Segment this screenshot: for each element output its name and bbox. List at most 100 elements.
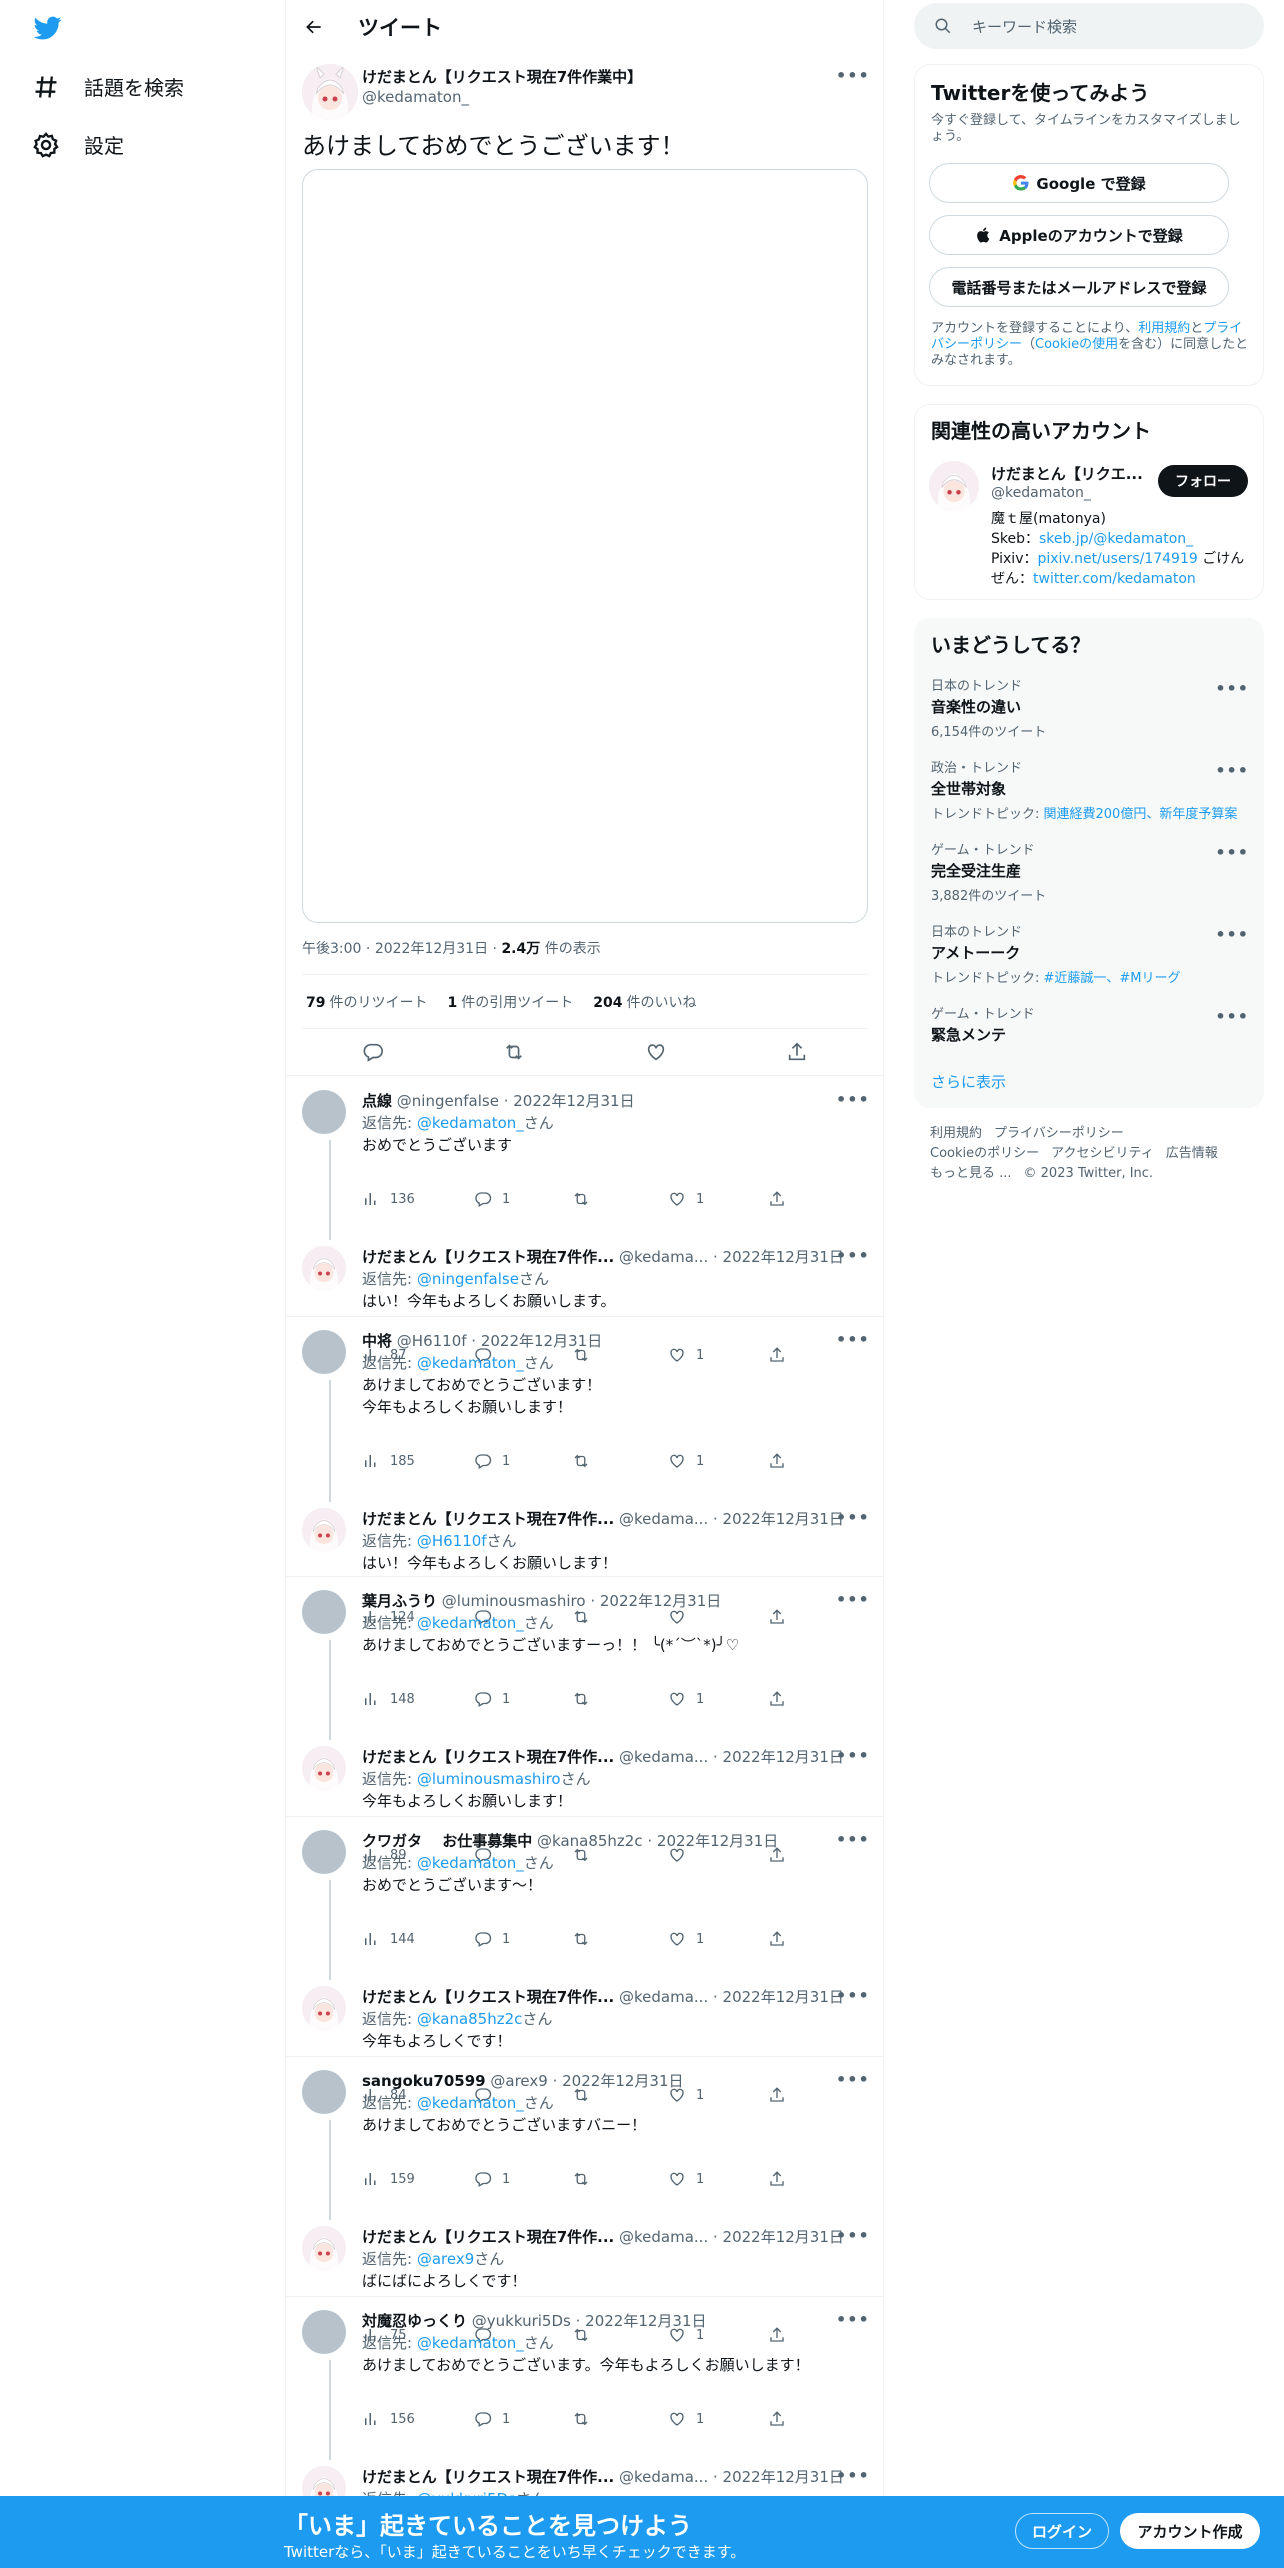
pixiv-link[interactable]: pixiv.net/users/174919	[1037, 551, 1197, 567]
like-icon[interactable]	[645, 1041, 667, 1063]
reply-button[interactable]: 1	[474, 2170, 510, 2188]
avatar[interactable]	[302, 1508, 346, 1552]
follow-button[interactable]: フォロー	[1158, 465, 1248, 497]
avatar[interactable]	[302, 1246, 346, 1290]
like-button[interactable]: 1	[668, 2410, 704, 2428]
more-options-icon[interactable]: •••	[836, 1986, 869, 2006]
reply-author-name[interactable]: けだまとん【リクエスト現在7件作...	[362, 2228, 614, 2246]
mention-link[interactable]: @luminousmashiro	[417, 1770, 561, 1788]
reply-author-name[interactable]: 葉月ふうり	[362, 1592, 437, 1610]
views-button[interactable]: 148	[362, 1690, 415, 1708]
more-options-icon[interactable]: •••	[836, 66, 869, 86]
reply-author-name[interactable]: けだまとん【リクエスト現在7件作...	[362, 1510, 614, 1528]
signup-button[interactable]: アカウント作成	[1120, 2513, 1260, 2549]
twitter-logo-icon[interactable]	[32, 14, 64, 42]
reply-button[interactable]: 1	[474, 1690, 510, 1708]
main-tweet-name[interactable]: けだまとん【リクエスト現在7件作業中】	[362, 66, 642, 87]
share-icon[interactable]	[786, 1041, 808, 1063]
more-options-icon[interactable]: •••	[836, 2226, 869, 2246]
mention-link[interactable]: @kedamaton_	[417, 2334, 524, 2352]
reply-date[interactable]: 2022年12月31日	[723, 1748, 844, 1766]
trend-item[interactable]: 日本のトレンド 音楽性の違い 6,154件のツイート •••	[931, 675, 1249, 740]
trend-item[interactable]: 政治・トレンド 全世帯対象 トレンドトピック: 関連経費200億円、新年度予算案 ••…	[931, 757, 1249, 822]
tweet-media[interactable]	[302, 169, 868, 923]
like-button[interactable]: 1	[668, 1690, 704, 1708]
tweet-date[interactable]: 2022年12月31日	[375, 941, 488, 957]
trend-item[interactable]: 日本のトレンド アメトーーク トレンドトピック: #近藤誠一、#Mリーグ •••	[931, 921, 1249, 986]
avatar[interactable]	[302, 2226, 346, 2270]
footer-more[interactable]: もっと見る ...	[930, 1166, 1012, 1181]
avatar[interactable]	[302, 1590, 346, 1634]
reply-date[interactable]: 2022年12月31日	[600, 1592, 721, 1610]
more-options-icon[interactable]: •••	[1215, 679, 1249, 698]
more-options-icon[interactable]: •••	[836, 2070, 869, 2090]
views-button[interactable]: 159	[362, 2170, 415, 2188]
reply-author-handle[interactable]: @kedama...	[619, 1988, 708, 2006]
share-button[interactable]	[768, 1690, 796, 1708]
reply-date[interactable]: 2022年12月31日	[723, 1988, 844, 2006]
reply-author-handle[interactable]: @yukkuri5Ds	[472, 2312, 571, 2330]
more-options-icon[interactable]: •••	[1215, 761, 1249, 780]
show-more-link[interactable]: さらに表示	[931, 1071, 1006, 1092]
like-button[interactable]: 1	[668, 1190, 704, 1208]
mention-link[interactable]: @kedamaton_	[417, 1614, 524, 1632]
reply-date[interactable]: 2022年12月31日	[723, 2228, 844, 2246]
retweet-icon[interactable]	[503, 1041, 525, 1063]
more-options-icon[interactable]: •••	[1215, 925, 1249, 944]
trend-topic-links[interactable]: #近藤誠一、#Mリーグ	[1044, 971, 1181, 986]
cookie-link[interactable]: Cookieの使用	[1035, 337, 1118, 352]
retweet-button[interactable]	[572, 2170, 600, 2188]
mention-link[interactable]: @kana85hz2c	[417, 2010, 523, 2028]
more-options-icon[interactable]: •••	[836, 2310, 869, 2330]
login-button[interactable]: ログイン	[1015, 2513, 1109, 2549]
trend-item[interactable]: ゲーム・トレンド 完全受注生産 3,882件のツイート •••	[931, 839, 1249, 904]
like-button[interactable]: 1	[668, 1346, 704, 1364]
reply-author-name[interactable]: けだまとん【リクエスト現在7件作...	[362, 2468, 614, 2486]
like-button[interactable]: 1	[668, 2170, 704, 2188]
reply-date[interactable]: 2022年12月31日	[723, 1510, 844, 1528]
avatar[interactable]	[302, 2310, 346, 2354]
reply-date[interactable]: 2022年12月31日	[657, 1832, 778, 1850]
share-button[interactable]	[768, 2410, 796, 2428]
more-options-icon[interactable]: •••	[836, 1090, 869, 1110]
retweet-button[interactable]	[572, 1930, 600, 1948]
more-options-icon[interactable]: •••	[836, 1590, 869, 1610]
search-input[interactable]: キーワード検索	[972, 16, 1077, 37]
reply-author-name[interactable]: けだまとん【リクエスト現在7件作...	[362, 1248, 614, 1266]
views-button[interactable]: 185	[362, 1452, 415, 1470]
reply-author-name[interactable]: けだまとん【リクエスト現在7件作...	[362, 1988, 614, 2006]
like-button[interactable]: 1	[668, 1452, 704, 1470]
retweet-button[interactable]	[572, 1190, 600, 1208]
reply-author-handle[interactable]: @arex9	[490, 2072, 547, 2090]
tweet-time[interactable]: 午後3:00	[302, 941, 361, 957]
terms-link[interactable]: 利用規約	[1138, 321, 1190, 336]
reply-button[interactable]: 1	[474, 2410, 510, 2428]
mention-link[interactable]: @kedamaton_	[417, 1354, 524, 1372]
views-button[interactable]: 144	[362, 1930, 415, 1948]
nav-explore[interactable]: 話題を検索	[32, 72, 184, 101]
reply-author-handle[interactable]: @kedama...	[619, 2468, 708, 2486]
related-handle[interactable]: @kedamaton_	[991, 485, 1091, 501]
reply-button[interactable]: 1	[474, 1452, 510, 1470]
twitter-link[interactable]: twitter.com/kedamaton	[1033, 571, 1196, 587]
share-button[interactable]	[768, 1190, 796, 1208]
reply-date[interactable]: 2022年12月31日	[723, 1248, 844, 1266]
like-button[interactable]: 1	[668, 1930, 704, 1948]
mention-link[interactable]: @ningenfalse	[417, 1270, 519, 1288]
footer-accessibility[interactable]: アクセシビリティ	[1051, 1146, 1154, 1161]
reply-author-name[interactable]: けだまとん【リクエスト現在7件作...	[362, 1748, 614, 1766]
mention-link[interactable]: @kedamaton_	[417, 1114, 524, 1132]
views-button[interactable]: 136	[362, 1190, 415, 1208]
avatar[interactable]	[302, 1830, 346, 1874]
avatar[interactable]	[302, 1330, 346, 1374]
more-options-icon[interactable]: •••	[1215, 843, 1249, 862]
mention-link[interactable]: @kedamaton_	[417, 2094, 524, 2112]
reply-author-handle[interactable]: @ningenfalse	[397, 1092, 499, 1110]
more-options-icon[interactable]: •••	[836, 1330, 869, 1350]
reply-author-name[interactable]: 対魔忍ゆっくり	[362, 2312, 467, 2330]
avatar[interactable]	[302, 1090, 346, 1134]
footer-privacy[interactable]: プライバシーポリシー	[994, 1126, 1124, 1141]
share-button[interactable]	[768, 1608, 796, 1626]
more-options-icon[interactable]: •••	[1215, 1007, 1249, 1026]
likes-stat[interactable]: 204 件のいいね	[593, 992, 696, 1012]
